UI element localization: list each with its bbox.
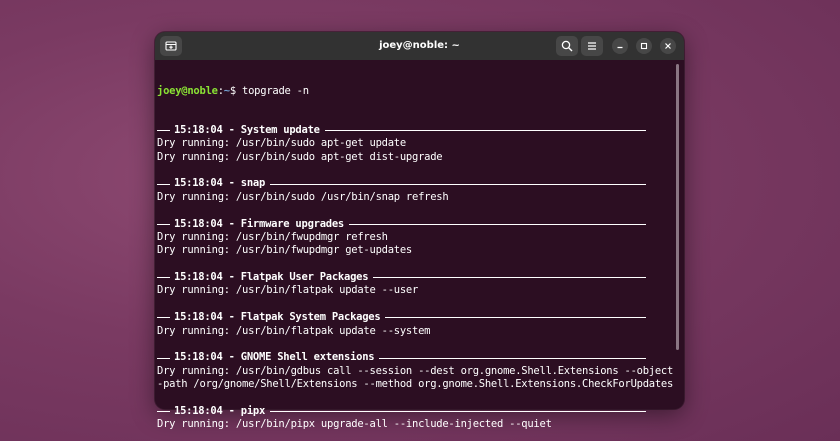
output-line: Dry running: /usr/bin/flatpak update --u… <box>157 284 419 297</box>
section-header-text: 15:18:04 - Flatpak User Packages <box>174 271 369 284</box>
command-text: topgrade -n <box>242 85 309 97</box>
prompt-symbol: $ <box>229 85 243 97</box>
section-header: 15:18:04 - pipx <box>157 405 673 418</box>
scrollbar[interactable] <box>676 64 679 350</box>
section-header-text: 15:18:04 - pipx <box>174 404 266 417</box>
section-header: 15:18:04 - Flatpak User Packages <box>157 271 673 284</box>
output-line: Dry running: /usr/bin/fwupdmgr refresh <box>157 230 388 243</box>
section-header-text: 15:18:04 - Firmware upgrades <box>174 217 345 230</box>
prompt-line: joey@noble:~$ topgrade -n <box>157 85 673 98</box>
header-rule <box>379 357 646 359</box>
header-dash <box>157 129 170 131</box>
output-line: Dry running: /usr/bin/gdbus call --sessi… <box>157 364 674 377</box>
header-rule <box>270 411 646 413</box>
prompt-user: joey@noble <box>157 85 218 97</box>
window-title: joey@noble: ~ <box>379 40 460 51</box>
close-button[interactable] <box>660 38 676 54</box>
header-rule <box>270 183 646 185</box>
header-bar: joey@noble: ~ <box>155 32 684 61</box>
maximize-icon <box>640 42 648 50</box>
output-line: -path /org/gnome/Shell/Extensions --meth… <box>157 378 674 391</box>
terminal-text: joey@noble:~$ topgrade -n 15:18:04 - Sys… <box>157 61 673 432</box>
minimize-button[interactable] <box>612 38 628 54</box>
close-icon <box>665 43 671 49</box>
output-line: Dry running: /usr/bin/sudo /usr/bin/snap… <box>157 190 449 203</box>
output-line: Dry running: /usr/bin/pipx upgrade-all -… <box>157 418 552 431</box>
header-dash <box>157 317 170 319</box>
header-rule <box>373 277 646 279</box>
header-dash <box>157 223 170 225</box>
maximize-button[interactable] <box>636 38 652 54</box>
section-header: 15:18:04 - GNOME Shell extensions <box>157 351 673 364</box>
output-line: Dry running: /usr/bin/sudo apt-get updat… <box>157 137 406 150</box>
header-dash <box>157 357 170 359</box>
output-line: Dry running: /usr/bin/sudo apt-get dist-… <box>157 150 443 163</box>
header-rule <box>385 317 646 319</box>
minimize-icon <box>617 46 623 49</box>
header-dash <box>157 183 170 185</box>
section-header-text: 15:18:04 - System update <box>174 123 320 136</box>
header-rule <box>349 223 646 225</box>
section-header: 15:18:04 - Flatpak System Packages <box>157 311 673 324</box>
hamburger-menu-icon <box>588 42 596 50</box>
section-header-text: 15:18:04 - Flatpak System Packages <box>174 311 381 324</box>
section-header: 15:18:04 - Firmware upgrades <box>157 218 673 231</box>
menu-button[interactable] <box>581 36 603 56</box>
section-header-text: 15:18:04 - snap <box>174 177 266 190</box>
section-header-text: 15:18:04 - GNOME Shell extensions <box>174 351 375 364</box>
header-rule <box>324 129 646 131</box>
section-header: 15:18:04 - snap <box>157 177 673 190</box>
search-button[interactable] <box>556 36 578 56</box>
header-dash <box>157 277 170 279</box>
section-header: 15:18:04 - System update <box>157 124 673 137</box>
header-dash <box>157 411 170 413</box>
search-icon <box>561 40 573 52</box>
output-line: Dry running: /usr/bin/fwupdmgr get-updat… <box>157 244 413 257</box>
output-line: Dry running: /usr/bin/flatpak update --s… <box>157 324 431 337</box>
